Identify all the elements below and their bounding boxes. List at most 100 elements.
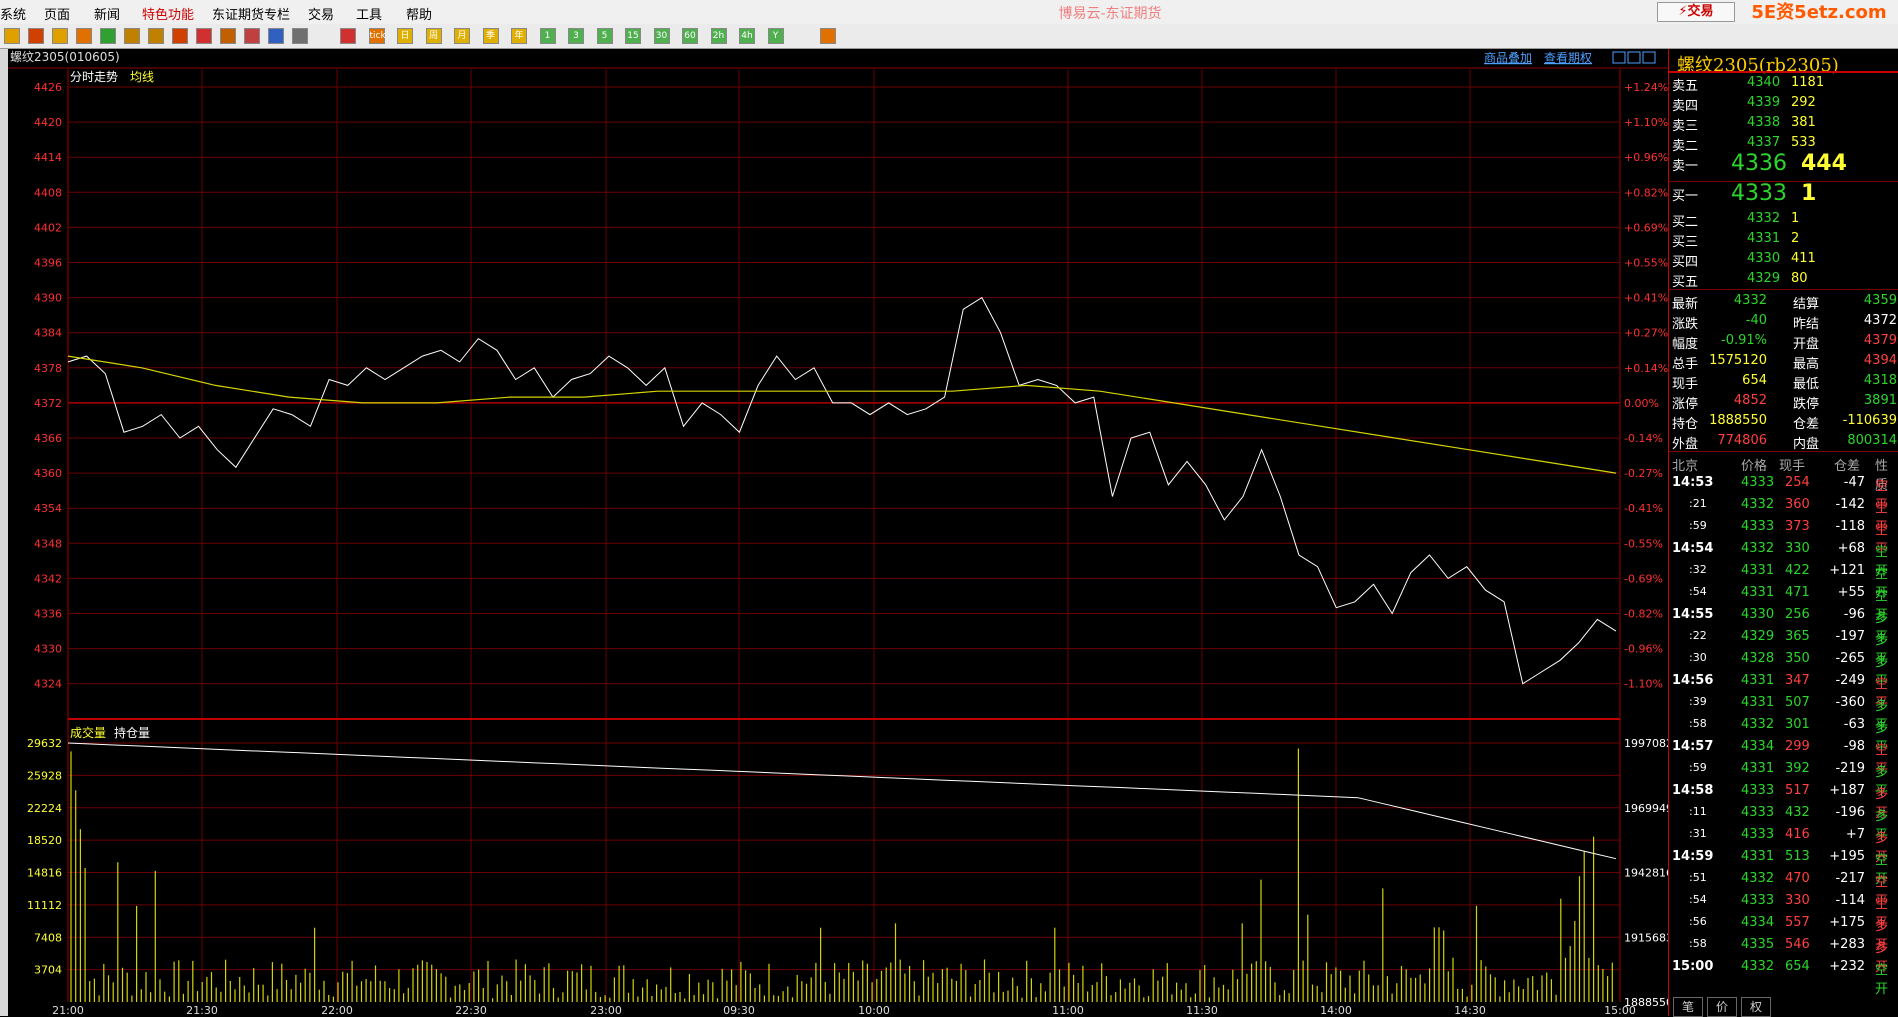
price-ylabel: 4330: [34, 643, 62, 656]
bottom-tab-1[interactable]: 价: [1707, 997, 1737, 1017]
price-ylabel: 4426: [34, 81, 62, 94]
menu-item-2[interactable]: 新闻: [94, 4, 120, 23]
ask-price[interactable]: 4338: [1747, 115, 1780, 130]
zoom-out-icon[interactable]: [148, 28, 164, 44]
tick-volume: 517: [1785, 783, 1810, 798]
back-icon[interactable]: [4, 28, 20, 44]
bid-price[interactable]: 4332: [1747, 211, 1780, 226]
tick-time: :30: [1689, 651, 1707, 664]
trade-button[interactable]: ⚡交易: [1657, 2, 1735, 22]
ask-price[interactable]: 4337: [1747, 135, 1780, 150]
min3-icon[interactable]: 3: [568, 28, 584, 44]
volume-ylabel: 14816: [27, 867, 62, 880]
filter-icon[interactable]: [244, 28, 260, 44]
intraday-chart[interactable]: 螺纹2305(010605) 商品叠加 查看期权 4426 +1.24% 4420 +1.1…: [8, 49, 1668, 1016]
link-overlay[interactable]: 商品叠加: [1484, 50, 1532, 65]
ask-price[interactable]: 4336: [1731, 151, 1787, 176]
min30-icon[interactable]: 30: [653, 28, 670, 44]
tick-oi-change: -114: [1835, 893, 1865, 908]
tick-volume: 513: [1785, 849, 1810, 864]
bottom-tab-0[interactable]: 笔: [1673, 997, 1703, 1017]
menu-item-0[interactable]: 系统: [0, 4, 26, 23]
bid-price[interactable]: 4331: [1747, 231, 1780, 246]
instrument-label: 螺纹2305(010605): [10, 50, 120, 64]
menu-item-5[interactable]: 交易: [308, 4, 334, 23]
price-ylabel: 4372: [34, 397, 62, 410]
tick-icon[interactable]: tick: [368, 28, 386, 44]
tick-row: 14:55 4330 256 -96 多平: [1669, 605, 1898, 645]
page-icon[interactable]: [52, 28, 68, 44]
chart-icon[interactable]: [340, 28, 356, 44]
home-icon[interactable]: [28, 28, 44, 44]
tick-oi-change: +7: [1845, 827, 1865, 842]
tick-time: :32: [1689, 563, 1707, 576]
chart-background: [8, 49, 1668, 1016]
bid-price[interactable]: 4330: [1747, 251, 1780, 266]
tick-time: :56: [1689, 915, 1707, 928]
price-ylabel: 4342: [34, 572, 62, 585]
bid-price[interactable]: 4333: [1731, 181, 1787, 206]
stat-label: 昨结: [1793, 317, 1820, 332]
menu-item-7[interactable]: 帮助: [406, 4, 432, 23]
tick-oi-change: -47: [1843, 475, 1865, 490]
bid-volume: 80: [1791, 271, 1808, 286]
menu-item-1[interactable]: 页面: [44, 4, 70, 23]
min5-icon[interactable]: 5: [596, 28, 613, 44]
tick-volume: 392: [1785, 761, 1810, 776]
pct-label: -0.55%: [1624, 537, 1663, 550]
pct-label: +0.27%: [1624, 327, 1668, 340]
tick-row: :58 4332 301 -63 多平: [1669, 715, 1898, 755]
pct-label: +0.82%: [1624, 186, 1668, 199]
link-options[interactable]: 查看期权: [1544, 51, 1592, 65]
draw-icon[interactable]: [220, 28, 236, 44]
ask-price[interactable]: 4339: [1747, 95, 1780, 110]
pct-label: +1.24%: [1624, 81, 1668, 94]
month-icon[interactable]: 月: [454, 28, 470, 44]
stat-label: 持仓: [1672, 417, 1699, 432]
stat-value: 654: [1742, 373, 1767, 388]
min60-icon[interactable]: 60: [682, 28, 698, 44]
menu-item-4[interactable]: 东证期货专栏: [212, 4, 290, 23]
menu-item-6[interactable]: 工具: [356, 4, 382, 23]
week-icon[interactable]: 周: [425, 28, 442, 44]
ask-price[interactable]: 4340: [1747, 75, 1780, 90]
tick-volume: 299: [1785, 739, 1810, 754]
tick-volume: 654: [1785, 959, 1810, 974]
stat-row: 外盘 774806 内盘 800314: [1669, 431, 1898, 452]
bid-price[interactable]: 4329: [1747, 271, 1780, 286]
min240-icon[interactable]: 4h: [739, 28, 755, 44]
tick-volume: 365: [1785, 629, 1810, 644]
calc-icon[interactable]: [820, 28, 836, 44]
tick-price: 4333: [1741, 475, 1775, 490]
tick-time: :22: [1689, 629, 1707, 642]
stat-value: 3891: [1863, 393, 1897, 408]
ticks-header-cell: 仓差: [1834, 459, 1861, 474]
stat-label: 总手: [1672, 357, 1699, 372]
chart-area[interactable]: 螺纹2305(010605) 商品叠加 查看期权 4426 +1.24% 4420 +1.1…: [8, 49, 1668, 1016]
pen-icon[interactable]: [196, 28, 212, 44]
year-icon[interactable]: 年: [511, 28, 527, 44]
min15-icon[interactable]: 15: [625, 28, 641, 44]
table-icon[interactable]: [292, 28, 308, 44]
zoom-in-icon[interactable]: [124, 28, 140, 44]
time-label: 10:00: [858, 1004, 890, 1016]
quarter-icon[interactable]: 季: [482, 28, 499, 44]
bottom-tab-2[interactable]: 权: [1741, 997, 1771, 1017]
stat-label: 仓差: [1793, 417, 1820, 432]
tick-oi-change: -217: [1835, 871, 1865, 886]
signal-icon[interactable]: [268, 28, 284, 44]
price-ylabel: 4390: [34, 292, 62, 305]
menu-item-3[interactable]: 特色功能: [142, 4, 194, 23]
window-icon[interactable]: [76, 28, 92, 44]
min1-icon[interactable]: 1: [539, 28, 556, 44]
custom-period-icon[interactable]: Y: [767, 28, 784, 44]
refresh-icon[interactable]: [100, 28, 116, 44]
bid-label: 买二: [1672, 215, 1699, 230]
day-icon[interactable]: 日: [397, 28, 413, 44]
bid-label: 买三: [1672, 235, 1699, 250]
stat-value: -0.91%: [1721, 333, 1767, 348]
copy-icon[interactable]: [172, 28, 188, 44]
ask-volume: 381: [1791, 115, 1816, 130]
min120-icon[interactable]: 2h: [710, 28, 727, 44]
tick-time: 14:58: [1672, 783, 1714, 798]
